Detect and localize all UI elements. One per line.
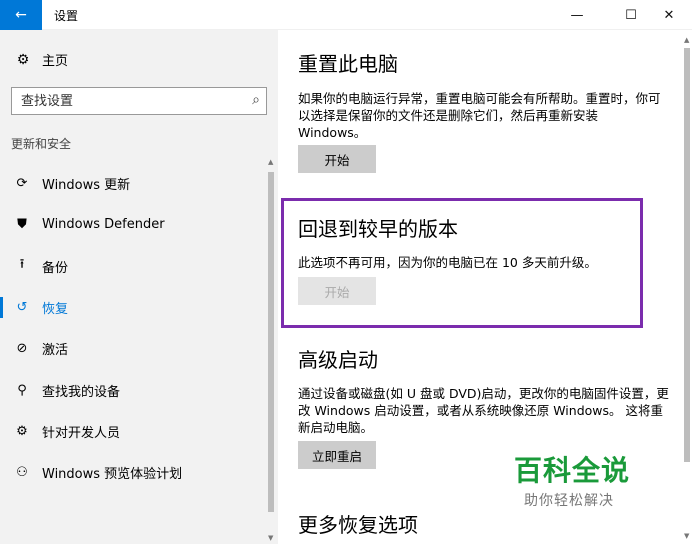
developer-tools-icon: ⚙ <box>16 423 28 439</box>
advanced-startup-heading: 高级启动 <box>298 348 378 372</box>
close-icon: ✕ <box>663 7 675 23</box>
minimize-icon: — <box>570 7 584 23</box>
close-button[interactable]: ✕ <box>646 0 692 30</box>
reset-description: 如果你的电脑运行异常，重置电脑可能会有所帮助。重置时，你可以选择是保留你的文件还… <box>298 91 661 140</box>
home-label: 主页 <box>42 54 69 69</box>
history-icon: ↺ <box>16 300 28 316</box>
scroll-up-icon[interactable]: ▲ <box>268 158 273 166</box>
sidebar-item-activation[interactable]: ⊘ 激活 <box>0 328 266 369</box>
sidebar-item-label: 恢复 <box>42 302 69 318</box>
sidebar-item-label: Windows 更新 <box>42 178 131 194</box>
upload-arrow-icon: ⭱ <box>19 257 25 273</box>
sidebar-item-label: 激活 <box>42 343 69 359</box>
sidebar-item-label: 针对开发人员 <box>42 425 121 441</box>
sidebar-item-backup[interactable]: ⭱ 备份 <box>0 246 266 287</box>
minimize-button[interactable]: — <box>554 0 600 30</box>
sidebar: ⚙ 主页 ⌕ 更新和安全 ⟳ Windows 更新 ⛊ Windows Defe… <box>0 30 278 544</box>
scroll-down-icon[interactable]: ▼ <box>268 534 273 542</box>
active-indicator <box>0 296 3 318</box>
rollback-heading: 回退到较早的版本 <box>298 217 458 241</box>
sidebar-item-insider-program[interactable]: ⚇ Windows 预览体验计划 <box>0 452 266 493</box>
section-label: 更新和安全 <box>11 137 72 151</box>
more-recovery-heading: 更多恢复选项 <box>298 513 418 537</box>
scroll-thumb[interactable] <box>684 48 690 462</box>
sidebar-item-find-my-device[interactable]: ⚲ 查找我的设备 <box>0 369 266 410</box>
sidebar-item-label: 备份 <box>42 260 69 276</box>
sidebar-item-label: 查找我的设备 <box>42 384 121 400</box>
sidebar-item-label: Windows Defender <box>42 217 165 233</box>
restart-now-button[interactable]: 立即重启 <box>298 441 376 469</box>
main-scrollbar[interactable]: ▲ ▼ <box>684 36 690 542</box>
search-icon[interactable]: ⌕ <box>252 92 260 108</box>
watermark-subtitle: 助你轻松解决 <box>524 493 614 509</box>
shield-icon: ⛊ <box>17 217 27 233</box>
scroll-down-icon[interactable]: ▼ <box>684 532 689 540</box>
title-bar: ← 设置 — ☐ ✕ <box>0 0 692 30</box>
sidebar-item-recovery[interactable]: ↺ 恢复 <box>0 287 266 328</box>
search-box: ⌕ <box>11 87 267 115</box>
insider-person-icon: ⚇ <box>16 465 28 481</box>
window-title: 设置 <box>54 9 79 23</box>
maximize-icon: ☐ <box>625 7 637 23</box>
rollback-description: 此选项不再可用，因为你的电脑已在 10 多天前升级。 <box>298 255 597 270</box>
scroll-thumb[interactable] <box>268 172 274 512</box>
back-button[interactable]: ← <box>0 0 42 30</box>
sidebar-scrollbar[interactable]: ▲ ▼ <box>268 158 274 544</box>
rollback-start-button: 开始 <box>298 277 376 305</box>
scroll-up-icon[interactable]: ▲ <box>684 36 689 44</box>
refresh-icon: ⟳ <box>16 176 28 192</box>
watermark-title: 百科全说 <box>514 454 631 487</box>
person-location-icon: ⚲ <box>17 382 27 398</box>
sidebar-item-windows-defender[interactable]: ⛊ Windows Defender <box>0 204 266 245</box>
sidebar-item-for-developers[interactable]: ⚙ 针对开发人员 <box>0 411 266 452</box>
search-input[interactable] <box>21 89 241 113</box>
sidebar-item-home[interactable]: ⚙ 主页 <box>14 50 69 70</box>
reset-start-button[interactable]: 开始 <box>298 145 376 173</box>
reset-heading: 重置此电脑 <box>298 52 398 76</box>
gear-icon: ⚙ <box>16 51 30 68</box>
advanced-startup-description: 通过设备或磁盘(如 U 盘或 DVD)启动，更改你的电脑固件设置，更改 Wind… <box>298 386 669 435</box>
back-arrow-icon: ← <box>15 7 27 23</box>
sidebar-item-label: Windows 预览体验计划 <box>42 467 183 483</box>
check-circle-icon: ⊘ <box>16 341 28 357</box>
sidebar-item-windows-update[interactable]: ⟳ Windows 更新 <box>0 163 266 204</box>
sidebar-nav: ⟳ Windows 更新 ⛊ Windows Defender ⭱ 备份 ↺ 恢… <box>0 163 266 493</box>
